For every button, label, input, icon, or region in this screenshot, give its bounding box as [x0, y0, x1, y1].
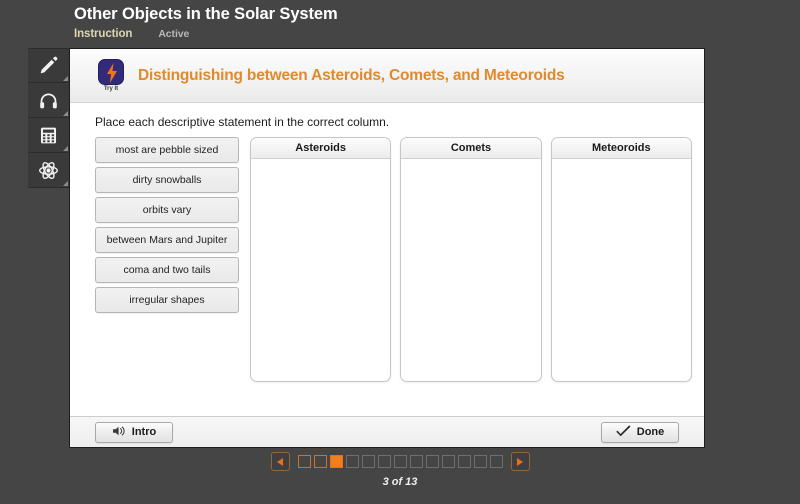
page-dot[interactable] [313, 455, 327, 468]
activity-title: Distinguishing between Asteroids, Comets… [138, 66, 565, 84]
atom-icon [38, 160, 59, 181]
draggable-statement[interactable]: coma and two tails [95, 257, 239, 283]
column-title: Asteroids [251, 138, 391, 159]
next-page-button[interactable] [510, 452, 530, 471]
drop-zone[interactable] [401, 159, 540, 381]
draggable-statement[interactable]: orbits vary [95, 197, 239, 223]
chevron-left-icon [277, 457, 283, 466]
intro-button-label: Intro [131, 426, 157, 438]
draggable-statement[interactable]: dirty snowballs [95, 167, 239, 193]
activity-instructions: Place each descriptive statement in the … [95, 115, 390, 129]
page-title: Other Objects in the Solar System [74, 5, 338, 23]
tab-bar: Instruction Active [74, 28, 714, 40]
page-dot[interactable] [425, 455, 439, 468]
tool-rail [28, 48, 69, 188]
done-button[interactable]: Done [601, 421, 679, 443]
draggable-statement[interactable]: between Mars and Jupiter [95, 227, 239, 253]
drop-column-meteoroids[interactable]: Meteoroids [550, 137, 692, 382]
intro-button[interactable]: Intro [95, 421, 173, 443]
drop-zone[interactable] [251, 159, 390, 381]
headphones-icon [38, 90, 59, 111]
checkmark-icon [616, 424, 631, 440]
done-button-label: Done [636, 426, 665, 438]
statement-bank: most are pebble sized dirty snowballs or… [95, 137, 239, 317]
activity-panel: Try It Distinguishing between Asteroids,… [69, 48, 705, 448]
try-it-badge: Try It [92, 59, 130, 92]
activity-footer: Intro Done [70, 416, 704, 447]
calculator-icon [39, 126, 58, 145]
page-dot[interactable] [377, 455, 391, 468]
drop-zone[interactable] [552, 159, 691, 381]
drop-columns: Asteroids Comets Meteoroids [250, 137, 692, 382]
previous-page-button[interactable] [270, 452, 290, 471]
column-title: Comets [401, 138, 541, 159]
tab-instruction[interactable]: Instruction [74, 28, 132, 40]
drop-column-comets[interactable]: Comets [400, 137, 542, 382]
column-title: Meteoroids [551, 138, 691, 159]
tool-button-calculator[interactable] [28, 118, 69, 153]
page-dot[interactable] [457, 455, 471, 468]
page-dot[interactable] [473, 455, 487, 468]
tool-button-atom[interactable] [28, 153, 69, 188]
page-dot[interactable] [361, 455, 375, 468]
lightning-bolt-icon [98, 59, 124, 85]
chevron-right-icon [517, 457, 523, 466]
tab-active[interactable]: Active [158, 28, 189, 40]
page-dot[interactable] [489, 455, 503, 468]
lesson-header: Other Objects in the Solar System Instru… [74, 4, 714, 40]
speaker-icon [112, 425, 126, 440]
tool-button-headphones[interactable] [28, 83, 69, 118]
try-it-label: Try It [103, 86, 119, 92]
pagination-controls [270, 452, 530, 471]
tool-button-pencil[interactable] [28, 48, 69, 83]
drop-column-asteroids[interactable]: Asteroids [250, 137, 392, 382]
page-dot[interactable] [441, 455, 455, 468]
activity-body: Place each descriptive statement in the … [70, 103, 704, 416]
drag-drop-work-area: most are pebble sized dirty snowballs or… [82, 137, 692, 382]
page-dot[interactable] [393, 455, 407, 468]
activity-header: Try It Distinguishing between Asteroids,… [70, 49, 704, 103]
pagination: 3 of 13 [0, 452, 800, 488]
draggable-statement[interactable]: irregular shapes [95, 287, 239, 313]
page-dot[interactable] [297, 455, 311, 468]
page-dots [297, 455, 503, 468]
page-counter: 3 of 13 [382, 476, 418, 488]
pencil-icon [38, 55, 59, 76]
draggable-statement[interactable]: most are pebble sized [95, 137, 239, 163]
page-dot[interactable] [345, 455, 359, 468]
page-dot[interactable] [409, 455, 423, 468]
page-dot-current[interactable] [329, 455, 343, 468]
